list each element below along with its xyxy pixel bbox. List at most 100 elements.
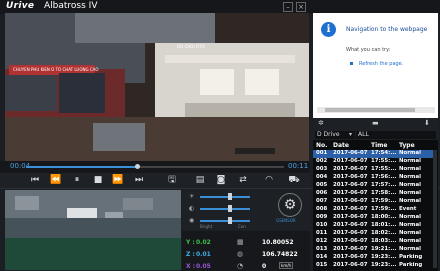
row-date: 2017-06-07 (333, 262, 368, 268)
camera-icon[interactable]: ◙ (214, 173, 228, 187)
row-time: 19:23:... (371, 254, 397, 260)
table-row[interactable]: 013 2017-06-07 19:21:... Normal (313, 246, 433, 254)
gear-small-icon[interactable]: ✲ (318, 119, 324, 127)
row-no: 001 (316, 150, 328, 156)
latitude-icon: ▦ (237, 238, 244, 246)
contrast-knob[interactable] (228, 205, 232, 212)
row-type: Parking (399, 254, 423, 260)
chevron-down-icon[interactable]: ▾ (349, 131, 352, 138)
contrast-slider[interactable] (200, 208, 250, 210)
app-logo: Urive (6, 1, 35, 11)
table-row[interactable]: 004 2017-06-07 17:56:... Normal (313, 174, 433, 182)
row-date: 2017-06-07 (333, 206, 368, 212)
row-no: 013 (316, 246, 328, 252)
row-type: Normal (399, 238, 421, 244)
table-row[interactable]: 014 2017-06-07 19:23:... Parking (313, 254, 433, 262)
x-label: X : (186, 263, 196, 270)
seek-handle[interactable] (134, 164, 140, 169)
rewind-button[interactable]: ⏪ (49, 173, 63, 187)
row-date: 2017-06-07 (333, 158, 368, 164)
row-time: 18:03:... (371, 238, 397, 244)
table-row[interactable]: 015 2017-06-07 19:23:... Parking (313, 262, 433, 270)
volume-knob[interactable] (228, 217, 232, 224)
row-date: 2017-06-07 (333, 198, 368, 204)
row-date: 2017-06-07 (333, 254, 368, 260)
row-date: 2017-06-07 (333, 166, 368, 172)
row-type: Normal (399, 174, 421, 180)
row-date: 2017-06-07 (333, 222, 368, 228)
brightness-icon: ☀ (189, 193, 195, 200)
download-icon[interactable]: ⬇ (424, 119, 430, 127)
row-type: Normal (399, 158, 421, 164)
table-row[interactable]: 007 2017-06-07 17:59:... Normal (313, 198, 433, 206)
minimize-button[interactable]: – (283, 2, 293, 12)
scrollbar-thumb[interactable] (325, 108, 415, 112)
map-view[interactable] (5, 190, 181, 270)
brightness-slider[interactable] (200, 196, 250, 198)
table-row[interactable]: 009 2017-06-07 18:00:... Normal (313, 214, 433, 222)
save-icon[interactable]: 🖫 (165, 173, 179, 187)
car-icon[interactable]: ⛟ (287, 173, 301, 187)
speed-icon: ◔ (237, 262, 244, 270)
table-row[interactable]: 006 2017-06-07 17:58:... Normal (313, 190, 433, 198)
header-date: Date (333, 142, 349, 149)
row-date: 2017-06-07 (333, 150, 368, 156)
swap-icon[interactable]: ⇄ (236, 173, 250, 187)
fast-forward-button[interactable]: ⏩ (111, 173, 125, 187)
row-time: 17:56:... (371, 174, 397, 180)
table-row[interactable]: 002 2017-06-07 17:55:... Normal (313, 158, 433, 166)
speed-value: 0 (262, 263, 267, 270)
y-value: 0.02 (196, 239, 211, 246)
table-row[interactable]: 001 2017-06-07 17:54:... Normal (313, 150, 433, 158)
stop-button[interactable]: ■ (91, 173, 105, 187)
header-time: Time (371, 142, 388, 149)
skip-start-button[interactable]: ⏮ (28, 173, 42, 187)
row-type: Normal (399, 190, 421, 196)
skip-end-button[interactable]: ⏭ (132, 173, 146, 187)
speedometer-icon[interactable]: ◠ (262, 173, 276, 187)
row-time: 17:59:... (371, 198, 397, 204)
row-time: 17:54:... (371, 150, 397, 156)
row-type: Normal (399, 230, 421, 236)
row-type: Normal (399, 166, 421, 172)
pause-button[interactable]: ⏸ (70, 173, 84, 187)
row-no: 008 (316, 206, 328, 212)
z-value: 0.01 (196, 251, 211, 258)
row-date: 2017-06-07 (333, 190, 368, 196)
table-row[interactable]: 010 2017-06-07 18:01:... Normal (313, 222, 433, 230)
row-no: 005 (316, 182, 328, 188)
table-row[interactable]: 003 2017-06-07 17:55:... Normal (313, 166, 433, 174)
film-icon[interactable]: ▤ (193, 173, 207, 187)
filter-select[interactable]: ALL (356, 131, 436, 139)
row-no: 015 (316, 262, 328, 268)
vertical-scrollbar[interactable] (433, 150, 437, 268)
row-type: Parking (399, 262, 423, 268)
row-date: 2017-06-07 (333, 174, 368, 180)
gear-icon[interactable]: ⚙ (278, 193, 302, 217)
row-time: 17:55:... (371, 158, 397, 164)
volume-slider[interactable] (200, 220, 250, 222)
refresh-link[interactable]: Refresh the page. (359, 61, 403, 67)
row-no: 009 (316, 214, 328, 220)
row-no: 007 (316, 198, 328, 204)
row-no: 011 (316, 230, 328, 236)
table-row[interactable]: 008 2017-06-07 17:59:... Event (313, 206, 433, 214)
row-date: 2017-06-07 (333, 182, 368, 188)
close-button[interactable]: × (296, 2, 306, 12)
y-label: Y : (186, 239, 195, 246)
table-row[interactable]: 012 2017-06-07 18:03:... Normal (313, 238, 433, 246)
dashcam-scene (5, 13, 309, 161)
row-time: 17:55:... (371, 166, 397, 172)
row-time: 18:00:... (371, 214, 397, 220)
row-type: Normal (399, 222, 421, 228)
latitude-value: 10.80052 (262, 239, 294, 246)
brightness-knob[interactable] (228, 193, 232, 200)
table-row[interactable]: 005 2017-06-07 17:57:... Normal (313, 182, 433, 190)
table-row[interactable]: 011 2017-06-07 18:02:... Normal (313, 230, 433, 238)
row-no: 003 (316, 166, 328, 172)
row-no: 002 (316, 158, 328, 164)
folder-icon[interactable]: ▬ (372, 119, 379, 127)
row-date: 2017-06-07 (333, 238, 368, 244)
row-time: 17:57:... (371, 182, 397, 188)
video-frame[interactable]: CHUYEN PHU KIEN O TO CHAT LUONG CAO DO C… (5, 13, 309, 161)
